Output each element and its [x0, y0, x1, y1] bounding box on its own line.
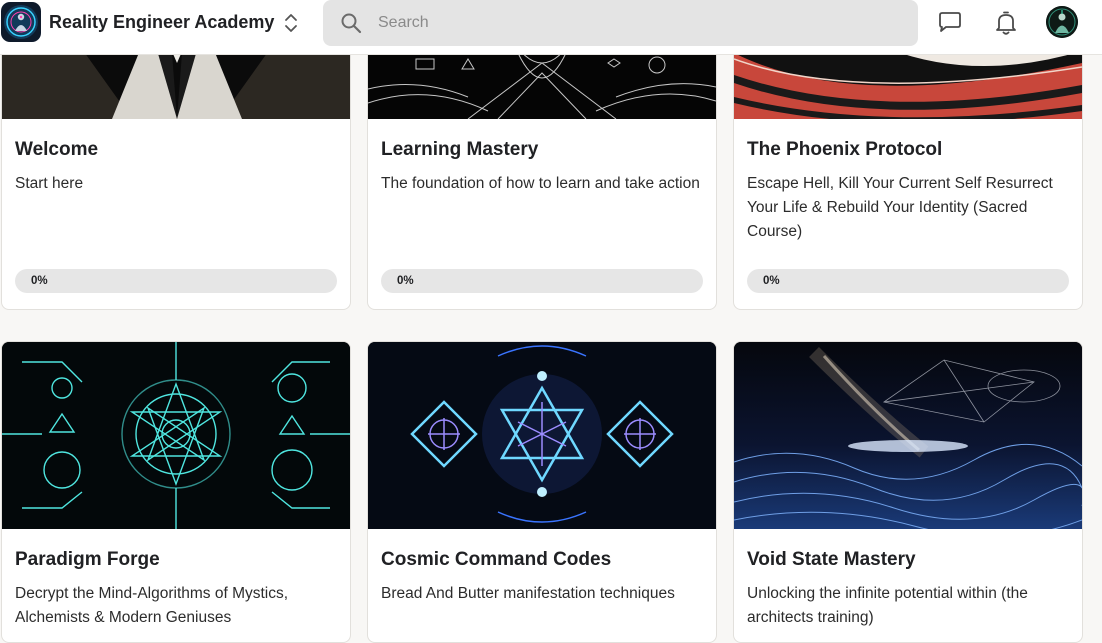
course-card[interactable]: Cosmic Command Codes Bread And Butter ma… — [367, 341, 717, 643]
course-description: The foundation of how to learn and take … — [381, 175, 700, 192]
course-description: Escape Hell, Kill Your Current Self Resu… — [747, 175, 1053, 240]
course-description: Decrypt the Mind-Algorithms of Mystics, … — [15, 585, 289, 626]
course-description: Start here — [15, 175, 84, 192]
course-card[interactable]: Paradigm Forge Decrypt the Mind-Algorith… — [1, 341, 351, 643]
course-cover-image — [734, 342, 1082, 529]
course-title: Welcome — [15, 139, 99, 160]
community-title[interactable]: Reality Engineer Academy — [49, 12, 274, 32]
course-progress-bar: 0% — [15, 269, 337, 293]
top-navbar: Reality Engineer Academy — [0, 0, 1102, 55]
progress-label: 0% — [763, 275, 780, 287]
course-description: Unlocking the infinite potential within … — [747, 585, 1028, 626]
course-progress-bar: 0% — [381, 269, 703, 293]
community-logo-icon[interactable] — [1, 2, 41, 42]
course-card[interactable]: Void State Mastery Unlocking the infinit… — [733, 341, 1083, 643]
search-bar — [323, 0, 918, 46]
progress-label: 0% — [397, 275, 414, 287]
course-title: Paradigm Forge — [15, 549, 160, 570]
course-title: Cosmic Command Codes — [381, 549, 612, 570]
progress-label: 0% — [31, 275, 48, 287]
course-cover-image — [368, 342, 716, 529]
chevron-up-down-icon[interactable] — [280, 11, 302, 35]
course-title: The Phoenix Protocol — [747, 139, 943, 160]
chat-icon[interactable] — [937, 10, 963, 36]
course-progress-bar: 0% — [747, 269, 1069, 293]
search-icon — [340, 12, 362, 34]
course-cover-image — [2, 342, 350, 529]
course-title: Void State Mastery — [747, 549, 916, 570]
course-title: Learning Mastery — [381, 139, 539, 160]
search-input[interactable] — [378, 10, 898, 36]
user-avatar[interactable] — [1046, 6, 1078, 38]
course-description: Bread And Butter manifestation technique… — [381, 585, 675, 602]
bell-icon[interactable] — [993, 10, 1019, 36]
